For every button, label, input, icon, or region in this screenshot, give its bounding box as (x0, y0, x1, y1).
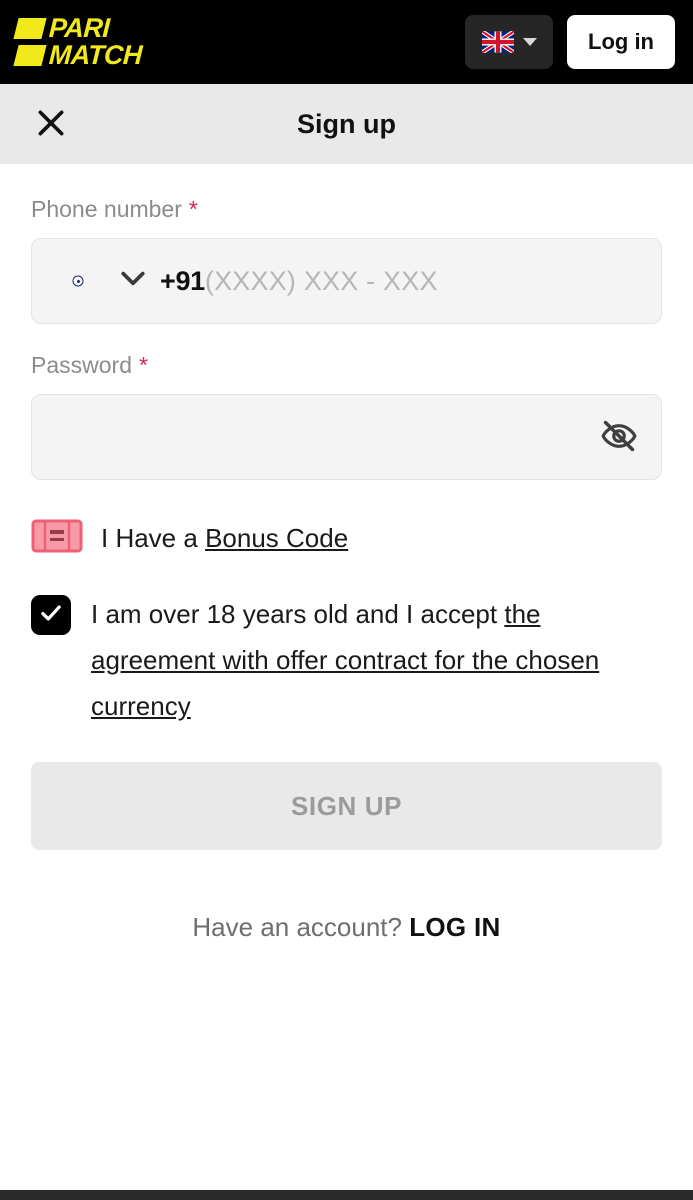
password-label-row: Password * (31, 352, 662, 379)
phone-label: Phone number (31, 196, 182, 222)
bonus-code-text: I Have a Bonus Code (101, 523, 348, 554)
bonus-code-row[interactable]: I Have a Bonus Code (31, 516, 662, 561)
required-asterisk: * (138, 352, 148, 378)
page-title: Sign up (297, 108, 396, 139)
password-input[interactable] (52, 395, 597, 479)
have-account-prompt: Have an account? (192, 912, 410, 942)
have-account-row: Have an account? LOG IN (31, 912, 662, 943)
signup-form: Phone number * +91 (XXXX) XXX - XXX Pass… (0, 164, 693, 1200)
site-header: PARI MATCH Log in (0, 0, 693, 84)
dial-code: +91 (160, 265, 205, 296)
agreement-row: I am over 18 years old and I accept the … (31, 591, 662, 729)
parimatch-logo[interactable]: PARI MATCH (13, 13, 143, 70)
close-button[interactable] (30, 103, 72, 145)
login-button[interactable]: Log in (567, 15, 675, 69)
india-flag-icon (52, 263, 104, 299)
ticket-icon (31, 516, 83, 561)
country-chevron-down-icon[interactable] (120, 270, 146, 293)
bonus-code-link[interactable]: Bonus Code (205, 523, 348, 553)
bonus-code-prefix: I Have a (101, 523, 206, 553)
language-selector[interactable] (465, 15, 554, 69)
required-asterisk: * (188, 196, 198, 222)
login-link[interactable]: LOG IN (409, 912, 500, 942)
signup-submit-button[interactable]: SIGN UP (31, 762, 662, 850)
logo-slab-icon (13, 18, 47, 39)
phone-label-row: Phone number * (31, 196, 662, 223)
check-icon (38, 600, 64, 631)
signup-page: PARI MATCH Log in Sign up Phone number *… (0, 0, 693, 1200)
agreement-text: I am over 18 years old and I accept the … (91, 591, 651, 729)
password-visibility-toggle[interactable] (597, 415, 641, 459)
modal-titlebar: Sign up (0, 84, 693, 164)
logo-text-pari: PARI (48, 13, 111, 43)
header-actions: Log in (465, 15, 675, 69)
phone-input-box[interactable]: +91 (XXXX) XXX - XXX (31, 238, 662, 324)
agreement-checkbox[interactable] (31, 595, 71, 635)
eye-off-icon (600, 417, 638, 458)
uk-flag-icon (481, 31, 514, 53)
password-input-box[interactable] (31, 394, 662, 480)
logo-row-match: MATCH (13, 40, 143, 70)
logo-row-pari: PARI (13, 13, 142, 43)
logo-slab-icon (13, 45, 47, 66)
bottom-system-bar (0, 1190, 693, 1200)
password-label: Password (31, 352, 132, 378)
close-icon (34, 106, 68, 143)
agreement-prefix: I am over 18 years old and I accept (91, 599, 505, 629)
phone-placeholder: (XXXX) XXX - XXX (204, 265, 438, 296)
chevron-down-icon (522, 38, 537, 46)
logo-text-match: MATCH (48, 40, 143, 70)
